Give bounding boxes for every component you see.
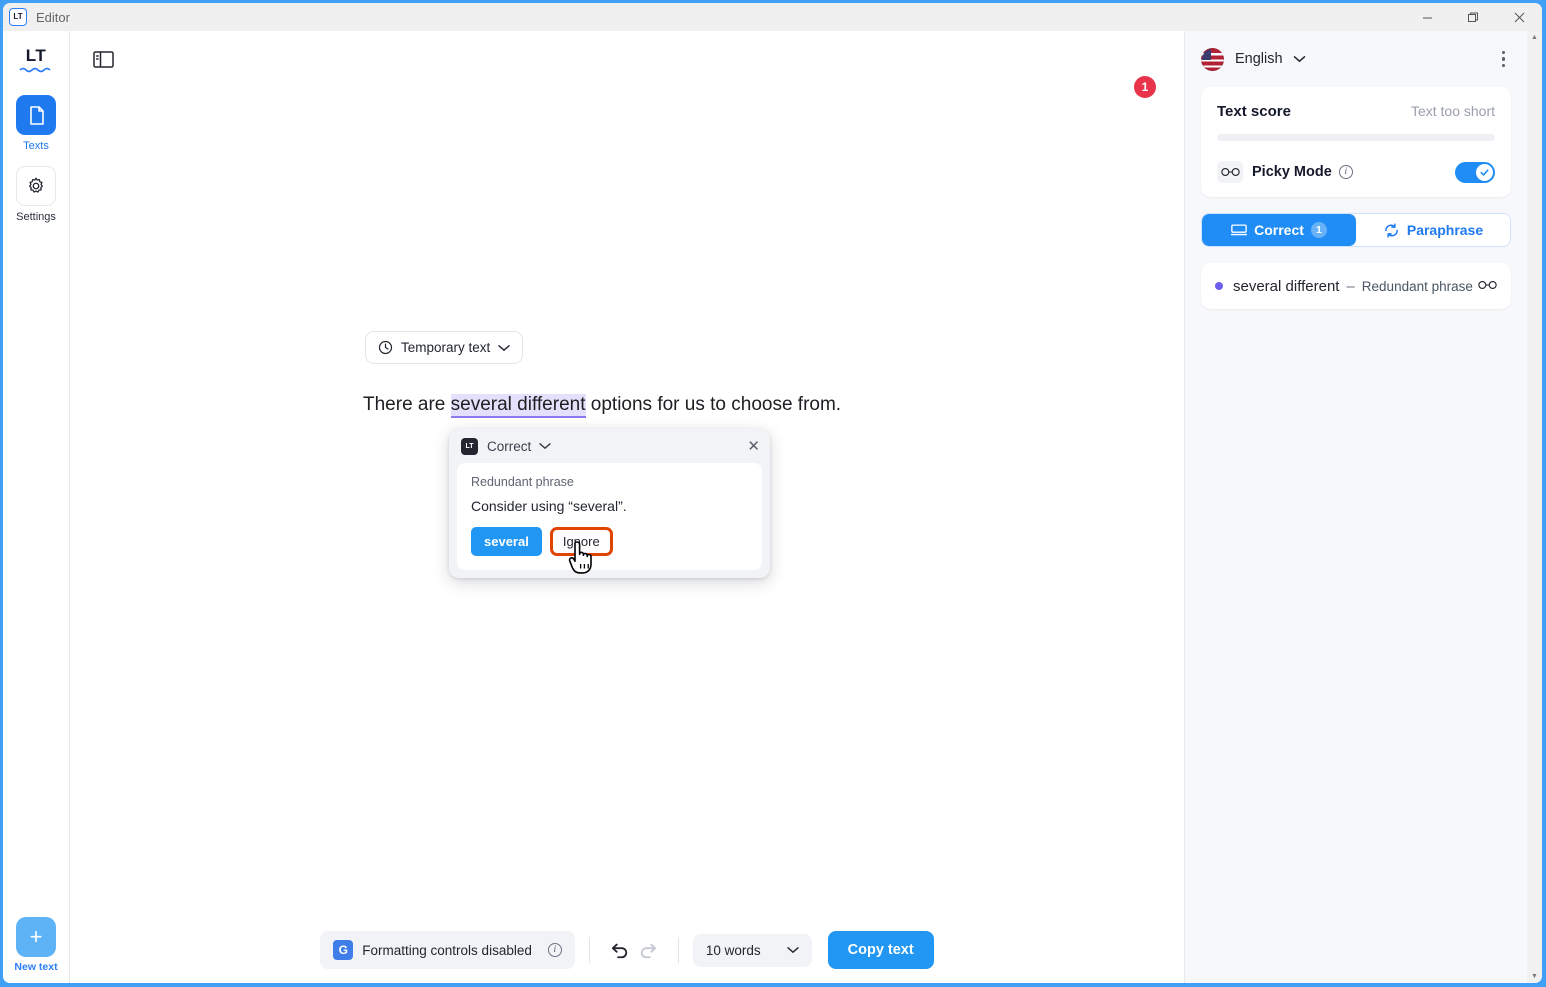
formatting-controls-chip[interactable]: G Formatting controls disabled i xyxy=(320,931,575,969)
language-header: English xyxy=(1201,31,1511,87)
popup-rule-name: Redundant phrase xyxy=(471,475,574,489)
suggestion-dot-icon xyxy=(1215,282,1223,290)
picky-mode-label: Picky Mode xyxy=(1252,164,1332,180)
google-docs-icon-label: G xyxy=(338,943,348,957)
popup-close-icon[interactable]: ✕ xyxy=(747,439,760,454)
notification-badge[interactable]: 1 xyxy=(1134,76,1156,98)
copy-text-button[interactable]: Copy text xyxy=(827,931,934,969)
popup-header: LT Correct ✕ xyxy=(449,429,770,463)
editor-toolbar xyxy=(70,31,1184,73)
text-segment-before: There are xyxy=(363,394,451,415)
right-panel: English Text score Text too short Picky … xyxy=(1184,31,1527,983)
lt-brand-label: LT xyxy=(465,442,474,450)
text-score-card: Text score Text too short Picky Mode i xyxy=(1201,87,1511,197)
window-title: Editor xyxy=(36,9,70,25)
app-body: LT Texts Settings + New text 1 Temporary… xyxy=(3,31,1542,983)
us-flag-icon xyxy=(1201,47,1224,71)
restore-button[interactable] xyxy=(1450,3,1496,31)
sidebar-item-settings[interactable]: Settings xyxy=(16,166,56,223)
app-icon-label: LT xyxy=(13,12,23,21)
chevron-down-icon xyxy=(498,344,510,351)
sidebar-item-texts[interactable]: Texts xyxy=(16,95,56,152)
tab-paraphrase-label: Paraphrase xyxy=(1406,222,1484,238)
document-text[interactable]: There are several different options for … xyxy=(363,392,1184,419)
sidebar-item-settings-label: Settings xyxy=(16,211,56,223)
popup-button-row: several Ignore xyxy=(471,527,748,556)
text-score-title: Text score xyxy=(1217,103,1291,120)
suggestion-dash: – xyxy=(1346,277,1355,295)
text-segment-after: options for us to choose from. xyxy=(585,394,842,415)
popup-chevron-down-icon[interactable] xyxy=(539,442,551,450)
word-count-select[interactable]: 10 words xyxy=(692,933,812,967)
sidebar-toggle-icon[interactable] xyxy=(88,45,118,73)
suggestion-phrase: several different xyxy=(1233,277,1340,295)
popup-title: Correct xyxy=(487,438,532,454)
word-count-label: 10 words xyxy=(705,942,761,958)
picky-mode-toggle[interactable] xyxy=(1455,161,1495,183)
apply-suggestion-button[interactable]: several xyxy=(471,527,542,556)
minimize-button[interactable] xyxy=(1404,3,1450,31)
document-icon xyxy=(16,95,56,135)
correction-popup: LT Correct ✕ Redundant phrase Consider u… xyxy=(449,429,770,578)
mouse-cursor xyxy=(568,540,598,581)
lt-brand-icon: LT xyxy=(461,437,478,455)
sidebar-item-texts-label: Texts xyxy=(23,140,49,152)
glasses-icon xyxy=(1217,161,1243,183)
plus-icon: + xyxy=(16,917,56,957)
panel-tabs: Correct 1 Paraphrase xyxy=(1201,213,1511,247)
gear-icon xyxy=(16,166,56,206)
highlighted-phrase[interactable]: several different xyxy=(450,394,586,418)
app-icon: LT xyxy=(9,8,27,26)
formatting-info-icon[interactable]: i xyxy=(547,943,562,957)
tab-correct-label: Correct xyxy=(1254,222,1304,238)
temporary-text-chip[interactable]: Temporary text xyxy=(365,331,524,364)
undo-icon[interactable] xyxy=(604,935,634,965)
app-window: LT Editor LT Texts Settings + New text 1… xyxy=(0,0,1546,987)
suggestion-rule: Redundant phrase xyxy=(1361,278,1473,294)
window-controls xyxy=(1404,3,1542,31)
bottom-toolbar: G Formatting controls disabled i 10 word… xyxy=(70,931,1184,969)
check-icon xyxy=(1480,168,1489,176)
document-area: Temporary text There are several differe… xyxy=(70,331,1184,419)
lt-logo-label: LT xyxy=(25,46,47,65)
editor-area: 1 Temporary text There are several diffe… xyxy=(70,31,1184,983)
language-chevron-down-icon[interactable] xyxy=(1293,55,1306,63)
new-text-label: New text xyxy=(14,961,58,973)
language-label: English xyxy=(1235,51,1283,67)
word-count-chevron-down-icon xyxy=(786,947,799,954)
lt-logo: LT xyxy=(15,43,57,77)
tab-correct-count: 1 xyxy=(1310,222,1327,238)
tab-paraphrase[interactable]: Paraphrase xyxy=(1356,214,1510,246)
temporary-text-label: Temporary text xyxy=(401,340,491,355)
paraphrase-icon xyxy=(1384,222,1398,238)
toggle-knob xyxy=(1476,163,1493,181)
close-button[interactable] xyxy=(1496,3,1542,31)
correct-icon xyxy=(1231,224,1248,236)
suggestion-item[interactable]: several different – Redundant phrase xyxy=(1201,263,1511,309)
clock-icon xyxy=(378,340,393,355)
google-docs-icon: G xyxy=(333,940,354,960)
picky-mode-row: Picky Mode i xyxy=(1217,161,1495,183)
new-text-button[interactable]: + New text xyxy=(14,917,58,973)
scroll-down-icon[interactable]: ▼ xyxy=(1531,973,1538,980)
title-bar: LT Editor xyxy=(3,3,1542,31)
lt-logo-wave-icon xyxy=(19,67,51,73)
redo-icon xyxy=(634,935,664,965)
tab-correct[interactable]: Correct 1 xyxy=(1202,214,1356,246)
scroll-up-icon[interactable]: ▲ xyxy=(1531,34,1538,41)
toolbar-divider-1 xyxy=(588,937,590,963)
text-score-status: Text too short xyxy=(1410,103,1495,119)
left-rail: LT Texts Settings + New text xyxy=(3,31,70,983)
formatting-controls-label: Formatting controls disabled xyxy=(362,942,532,958)
popup-content: Redundant phrase Consider using “several… xyxy=(457,463,762,570)
text-score-progress-bar xyxy=(1217,134,1495,141)
toolbar-divider-2 xyxy=(677,937,679,963)
suggestion-glasses-icon xyxy=(1478,277,1497,295)
picky-mode-info-icon[interactable]: i xyxy=(1338,165,1353,179)
kebab-menu-icon[interactable] xyxy=(1496,45,1512,74)
vertical-scrollbar[interactable]: ▲ ▼ xyxy=(1527,31,1542,983)
popup-message: Consider using “several”. xyxy=(471,498,627,514)
text-score-row: Text score Text too short xyxy=(1217,103,1495,120)
